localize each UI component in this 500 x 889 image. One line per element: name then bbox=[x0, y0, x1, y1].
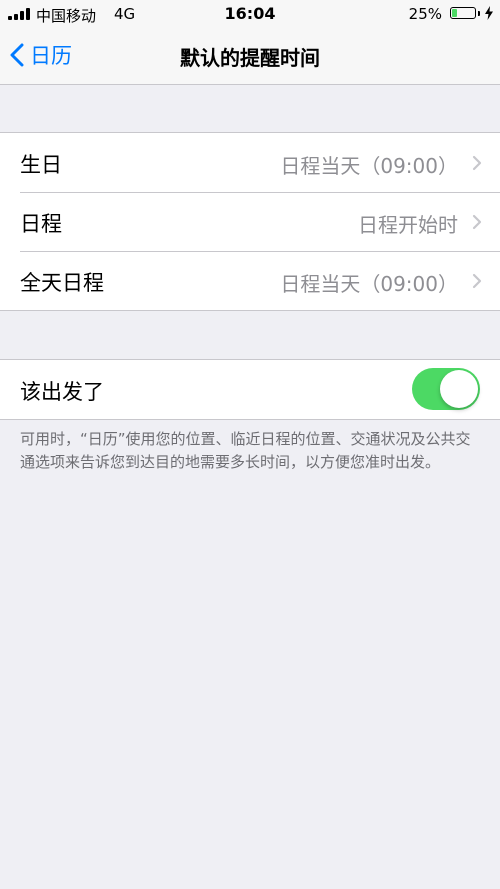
row-value: 日程开始时 bbox=[358, 213, 458, 237]
battery-level-fill bbox=[452, 9, 457, 17]
chevron-right-icon bbox=[472, 273, 482, 289]
chevron-right-icon bbox=[472, 155, 482, 171]
row-value: 日程当天（09:00） bbox=[280, 272, 458, 296]
all-day-events-row[interactable]: 全天日程 日程当天（09:00） bbox=[0, 251, 500, 310]
footer-note: 可用时，“日历”使用您的位置、临近日程的位置、交通状况及公共交通选项来告诉您到达… bbox=[20, 430, 471, 471]
status-bar: 中国移动 4G 16:04 25% bbox=[0, 0, 500, 28]
time-to-leave-row: 该出发了 bbox=[0, 360, 500, 419]
birthday-row[interactable]: 生日 日程当天（09:00） bbox=[0, 133, 500, 192]
page-title: 默认的提醒时间 bbox=[180, 46, 320, 70]
charging-bolt-icon bbox=[485, 6, 493, 20]
battery-percent: 25% bbox=[408, 5, 442, 23]
chevron-right-icon bbox=[472, 214, 482, 230]
row-value: 日程当天（09:00） bbox=[280, 154, 458, 178]
events-row[interactable]: 日程 日程开始时 bbox=[0, 192, 500, 251]
time-to-leave-toggle[interactable] bbox=[412, 368, 480, 410]
reminder-settings-group: 生日 日程当天（09:00） 日程 日程开始时 全天日程 日程当天（09:00） bbox=[0, 132, 500, 311]
row-label: 日程 bbox=[20, 212, 62, 236]
battery-tip bbox=[478, 11, 480, 16]
row-label: 该出发了 bbox=[20, 380, 104, 404]
row-label: 全天日程 bbox=[20, 271, 104, 295]
battery-icon bbox=[450, 7, 476, 19]
row-label: 生日 bbox=[20, 153, 62, 177]
time-to-leave-group: 该出发了 bbox=[0, 359, 500, 420]
navigation-bar: 日历 默认的提醒时间 bbox=[0, 28, 500, 85]
toggle-knob bbox=[440, 370, 478, 408]
